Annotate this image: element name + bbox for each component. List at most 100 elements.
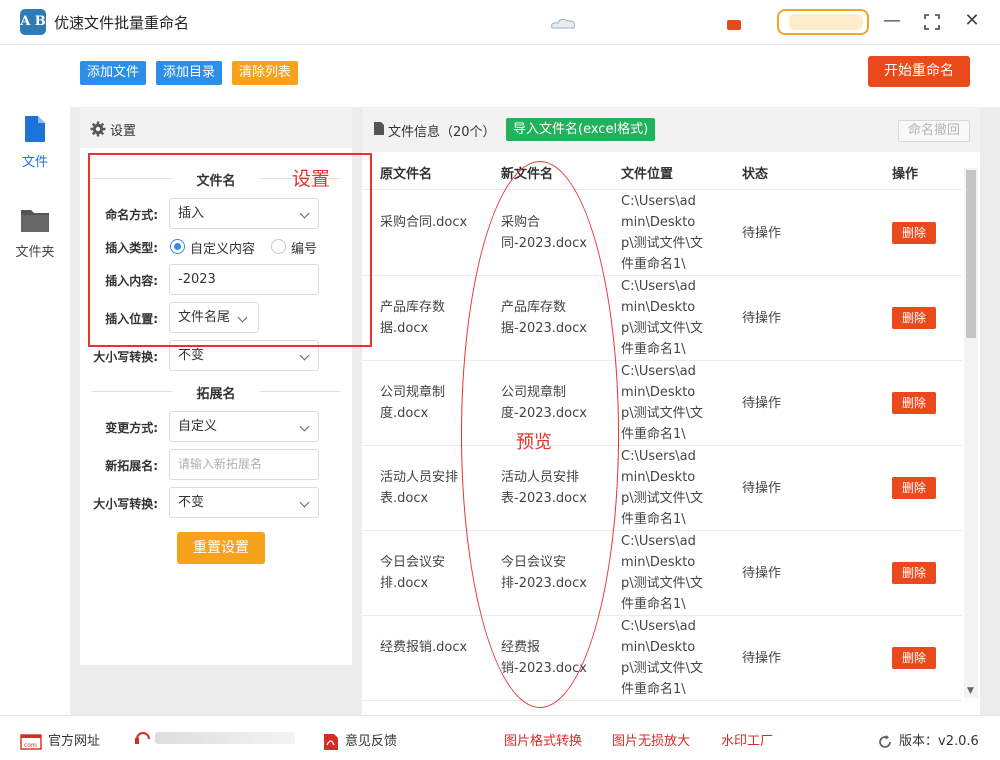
ext-mode-select[interactable]: 自定义 [169,411,319,442]
status-text: 待操作 [742,566,782,581]
case-convert-label: 大小写转换: [93,350,158,364]
scroll-down-arrow-icon[interactable]: ▼ [967,686,974,696]
maximize-icon [924,14,940,30]
column-header: 操作 [892,167,919,182]
file-panel-header: 文件信息（20个） 导入文件名(excel格式) 命名撤回 [362,108,980,152]
original-filename: 产品库存数据.docx [380,300,446,336]
version-info[interactable]: 版本：v2.0.6 [877,730,979,750]
pdf-icon [324,733,338,750]
new-ext-label: 新拓展名: [105,459,158,473]
table-row[interactable]: 今日会议安排.docx 今日会议安排-2023.docx C:\Users\ad… [362,531,962,616]
undo-rename-button[interactable]: 命名撤回 [898,120,970,142]
settings-header: 设置 [80,108,352,148]
status-text: 待操作 [742,226,782,241]
table-row[interactable]: 活动人员安排表.docx 活动人员安排表-2023.docx C:\Users\… [362,446,962,531]
column-header: 状态 [742,167,769,182]
annotation-label-preview: 预览 [516,432,552,453]
start-rename-button[interactable]: 开始重命名 [868,56,970,87]
delete-button[interactable]: 删除 [892,392,936,414]
ext-case-value: 不变 [178,495,205,510]
file-location: C:\Users\admin\Desktop\测试文件\文件重命名1\ [621,364,704,442]
sidebar: 文件 文件夹 [0,45,70,715]
delete-button[interactable]: 删除 [892,307,936,329]
support-icon[interactable] [133,729,153,747]
ext-case-select[interactable]: 不变 [169,487,319,518]
version-label: 版本：v2.0.6 [899,734,979,749]
ext-mode-value: 自定义 [178,419,218,434]
contact-info [155,732,295,744]
website-label: 官方网址 [48,734,101,749]
nav-folder-label: 文件夹 [15,245,55,260]
user-account-button[interactable] [777,9,869,35]
reset-settings-button[interactable]: 重置设置 [177,532,265,564]
folder-icon [21,210,49,232]
file-location: C:\Users\admin\Desktop\测试文件\文件重命名1\ [621,619,704,697]
file-location: C:\Users\admin\Desktop\测试文件\文件重命名1\ [621,449,704,527]
status-text: 待操作 [742,311,782,326]
clear-list-button[interactable]: 清除列表 [232,61,299,85]
website-link[interactable]: com 官方网址 [20,730,100,750]
status-bar: com 官方网址 意见反馈 图片格式转换 图片无损放大 水印工厂 版本：v2.0… [0,715,1000,760]
document-icon [374,122,384,135]
status-text: 待操作 [742,651,782,666]
app-logo: A B [20,9,46,35]
file-icon [25,116,45,142]
add-file-button[interactable]: 添加文件 [80,61,147,85]
delete-button[interactable]: 删除 [892,477,936,499]
app-title: 优速文件批量重命名 [54,14,190,32]
delete-button[interactable]: 删除 [892,222,936,244]
watermark-factory-link[interactable]: 水印工厂 [721,730,773,749]
file-count-title: 文件信息（20个） [388,125,496,140]
scroll-thumb[interactable] [966,170,976,338]
delete-button[interactable]: 删除 [892,562,936,584]
nav-file-label: 文件 [21,155,48,170]
status-text: 待操作 [742,396,782,411]
feedback-label: 意见反馈 [345,734,398,749]
cloud-icon[interactable] [548,14,578,32]
table-row[interactable]: 产品库存数据.docx 产品库存数据-2023.docx C:\Users\ad… [362,276,962,361]
feedback-link[interactable]: 意见反馈 [323,730,397,751]
add-directory-button[interactable]: 添加目录 [156,61,223,85]
delete-button[interactable]: 删除 [892,647,936,669]
status-text: 待操作 [742,481,782,496]
new-ext-input[interactable]: 请输入新拓展名 [169,449,319,480]
notification-icon[interactable] [727,20,741,30]
extension-section-title: 拓展名 [196,387,236,402]
table-row[interactable]: 采购合同.docx 采购合同-2023.docx C:\Users\admin\… [362,191,962,276]
table-row[interactable]: 公司规章制度.docx 公司规章制度-2023.docx C:\Users\ad… [362,361,962,446]
original-filename: 经费报销.docx [380,640,468,655]
original-filename: 采购合同.docx [380,215,468,230]
original-filename: 活动人员安排表.docx [380,470,459,506]
title-bar: A B 优速文件批量重命名 — ✕ [0,0,1000,45]
chevron-down-icon [299,497,310,508]
image-upscale-link[interactable]: 图片无损放大 [612,730,690,749]
case-convert-value: 不变 [178,348,205,363]
chevron-down-icon [299,350,310,361]
original-filename: 今日会议安排.docx [380,555,446,591]
file-location: C:\Users\admin\Desktop\测试文件\文件重命名1\ [621,194,704,272]
original-filename: 公司规章制度.docx [380,385,446,421]
import-excel-button[interactable]: 导入文件名(excel格式) [506,118,656,141]
svg-text:com: com [24,742,37,749]
website-icon: com [20,733,42,750]
nav-item-folder[interactable]: 文件夹 [0,207,70,260]
maximize-button[interactable] [920,10,944,34]
column-header: 文件位置 [621,167,674,182]
table-header: 原文件名 新文件名 文件位置 状态 操作 [362,152,962,190]
file-location: C:\Users\admin\Desktop\测试文件\文件重命名1\ [621,279,704,357]
file-location: C:\Users\admin\Desktop\测试文件\文件重命名1\ [621,534,704,612]
close-button[interactable]: ✕ [960,10,984,34]
ext-case-label: 大小写转换: [93,497,158,511]
ext-mode-label: 变更方式: [105,421,158,435]
image-format-convert-link[interactable]: 图片格式转换 [504,730,582,749]
minimize-button[interactable]: — [880,10,904,34]
settings-title: 设置 [110,124,137,139]
annotation-label-settings: 设置 [292,168,331,190]
table-row[interactable]: 经费报销.docx 经费报销-2023.docx C:\Users\admin\… [362,616,962,701]
toolbar: 添加文件 添加目录 清除列表 开始重命名 [70,45,1000,107]
chevron-down-icon [299,421,310,432]
gear-icon [90,121,106,137]
nav-item-file[interactable]: 文件 [0,115,70,170]
column-header: 原文件名 [380,167,433,182]
vertical-scrollbar[interactable]: ▼ [964,168,978,698]
